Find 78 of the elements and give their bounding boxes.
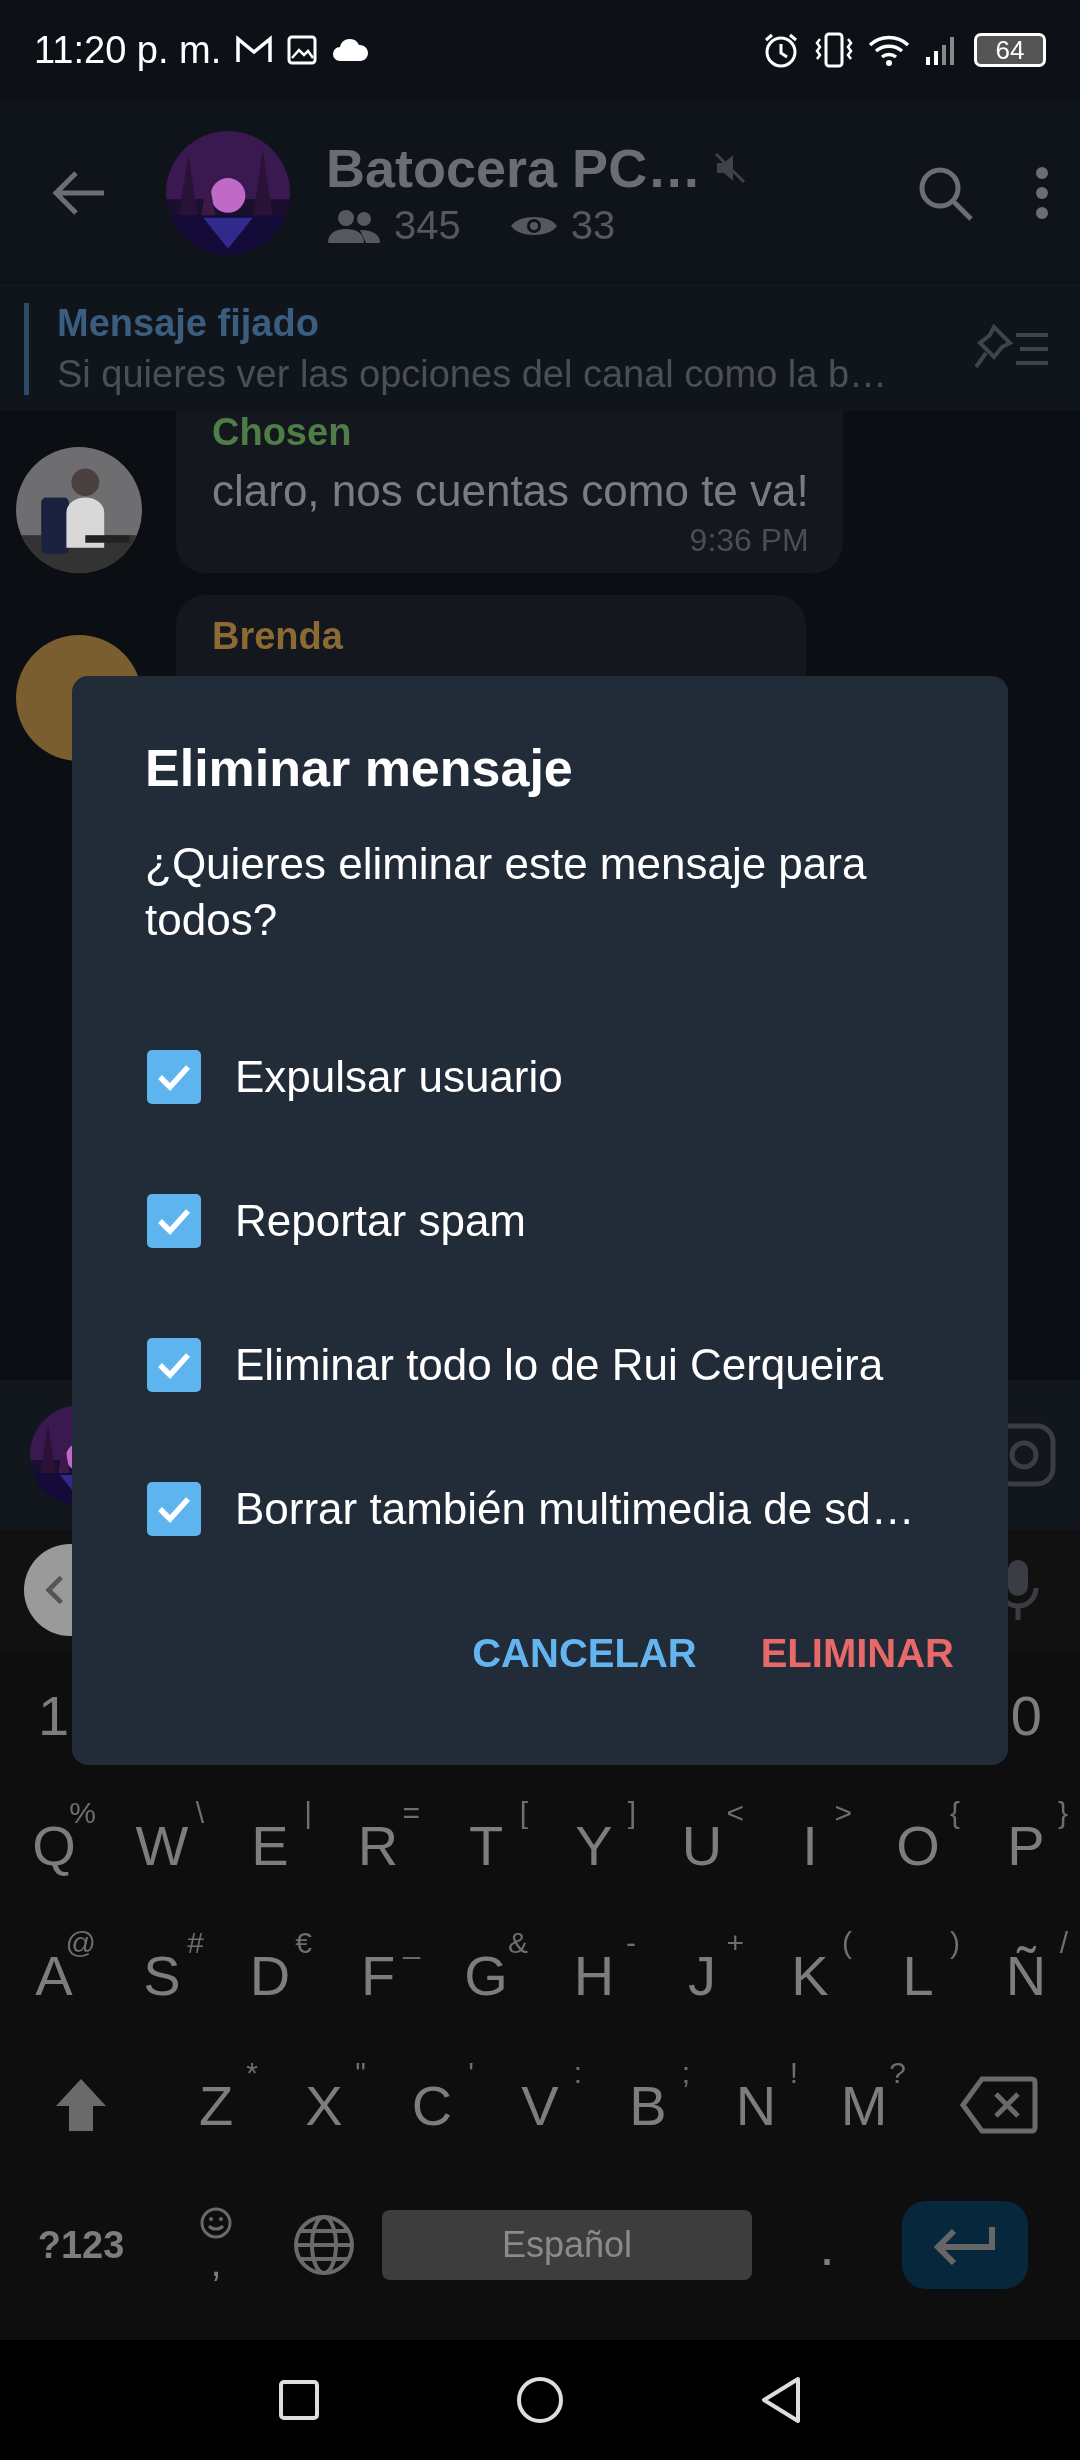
message-author: Chosen: [212, 411, 353, 454]
checkbox-option[interactable]: Expulsar usuario: [72, 1004, 1008, 1149]
keyboard-key[interactable]: K (: [756, 1920, 864, 2030]
globe-icon: [292, 2213, 356, 2277]
vibrate-icon: [814, 31, 854, 69]
chevron-left-icon: [46, 1575, 64, 1605]
emoji-icon: [199, 2205, 233, 2240]
space-bar[interactable]: Español: [382, 2210, 752, 2280]
back-arrow-icon[interactable]: [50, 168, 106, 217]
keyboard-key[interactable]: V :: [486, 2050, 594, 2160]
pinned-text: Si quieres ver las opciones del canal como la b…: [57, 352, 889, 396]
checkbox[interactable]: [147, 1049, 201, 1104]
message-author: Brenda: [212, 615, 344, 658]
keyboard-key[interactable]: Z *: [162, 2050, 270, 2160]
dialog-title: Eliminar mensaje: [145, 738, 574, 798]
alarm-icon: [762, 31, 800, 69]
keyboard-key[interactable]: C ': [378, 2050, 486, 2160]
battery-icon: 64: [974, 33, 1046, 67]
checkbox[interactable]: [147, 1193, 201, 1248]
keyboard-key[interactable]: E |: [216, 1790, 324, 1900]
keyboard-key[interactable]: 1: [38, 1682, 70, 1748]
channel-title: Batocera PC…: [326, 137, 702, 199]
keyboard-key[interactable]: H -: [540, 1920, 648, 2030]
keyboard-key[interactable]: W\: [108, 1790, 216, 1900]
viewer-count: 33: [570, 203, 616, 248]
checkbox-option[interactable]: Borrar también multimedia de sd…: [72, 1436, 1008, 1581]
dialog-message: ¿Quieres eliminar este mensaje para todos?: [145, 838, 868, 947]
keyboard-key[interactable]: T [: [432, 1790, 540, 1900]
more-options-icon[interactable]: [1034, 165, 1050, 220]
keyboard-key[interactable]: R=: [324, 1790, 432, 1900]
keyboard-key[interactable]: N !: [702, 2050, 810, 2160]
keyboard-key[interactable]: L ): [864, 1920, 972, 2030]
keyboard-key[interactable]: U<: [648, 1790, 756, 1900]
checkbox-option[interactable]: Eliminar todo lo de Rui Cerqueira: [72, 1292, 1008, 1437]
checkbox-option[interactable]: Reportar spam: [72, 1148, 1008, 1293]
keyboard-key[interactable]: A@: [0, 1920, 108, 2030]
symbols-key[interactable]: ?123: [0, 2190, 162, 2300]
comma-key[interactable]: ,: [162, 2190, 270, 2300]
enter-key[interactable]: [902, 2201, 1028, 2289]
option-label: Expulsar usuario: [235, 1051, 563, 1102]
backspace-icon: [960, 2076, 1038, 2134]
keyboard-key[interactable]: P }: [972, 1790, 1080, 1900]
return-arrow-icon: [932, 2225, 998, 2265]
keyboard-key[interactable]: O {: [864, 1790, 972, 1900]
member-count: 345: [394, 203, 461, 248]
recent-apps-icon[interactable]: [278, 2379, 320, 2421]
message-text: claro, nos cuentas como te va!: [212, 466, 809, 516]
keyboard-key[interactable]: J +: [648, 1920, 756, 2030]
cancel-button[interactable]: CANCELAR: [452, 1610, 717, 1696]
option-label: Reportar spam: [235, 1195, 526, 1246]
keyboard-key[interactable]: Y ]: [540, 1790, 648, 1900]
keyboard-key[interactable]: D€: [216, 1920, 324, 2030]
keyboard-key[interactable]: S#: [108, 1920, 216, 2030]
back-icon[interactable]: [760, 2376, 802, 2424]
option-label: Eliminar todo lo de Rui Cerqueira: [235, 1339, 884, 1390]
mail-icon: [235, 35, 274, 65]
wifi-icon: [868, 33, 910, 67]
option-label: Borrar también multimedia de sd…: [235, 1483, 915, 1534]
keyboard-key[interactable]: Q%: [0, 1790, 108, 1900]
status-time: 11:20 p. m.: [34, 28, 222, 72]
keyboard-key[interactable]: G&: [432, 1920, 540, 2030]
home-icon[interactable]: [516, 2376, 564, 2424]
keyboard-key[interactable]: F_: [324, 1920, 432, 2030]
period-key[interactable]: .: [752, 2190, 902, 2300]
checkbox[interactable]: [147, 1481, 201, 1536]
keyboard-key[interactable]: Ñ /: [972, 1920, 1080, 2030]
keyboard-key[interactable]: X ": [270, 2050, 378, 2160]
cloud-icon: [331, 37, 370, 63]
checkbox[interactable]: [147, 1337, 201, 1392]
pinned-label: Mensaje fijado: [57, 301, 320, 345]
pinned-message-bar[interactable]: Mensaje fijado Si quieres ver las opciones del canal como la b…: [0, 285, 1080, 411]
keyboard-key[interactable]: 0: [1010, 1682, 1042, 1748]
people-icon: [326, 208, 382, 243]
keyboard-key[interactable]: M?: [810, 2050, 918, 2160]
keyboard-key[interactable]: I >: [756, 1790, 864, 1900]
delete-button[interactable]: ELIMINAR: [740, 1610, 974, 1696]
image-icon: [287, 35, 318, 65]
keyboard-key[interactable]: B ;: [594, 2050, 702, 2160]
